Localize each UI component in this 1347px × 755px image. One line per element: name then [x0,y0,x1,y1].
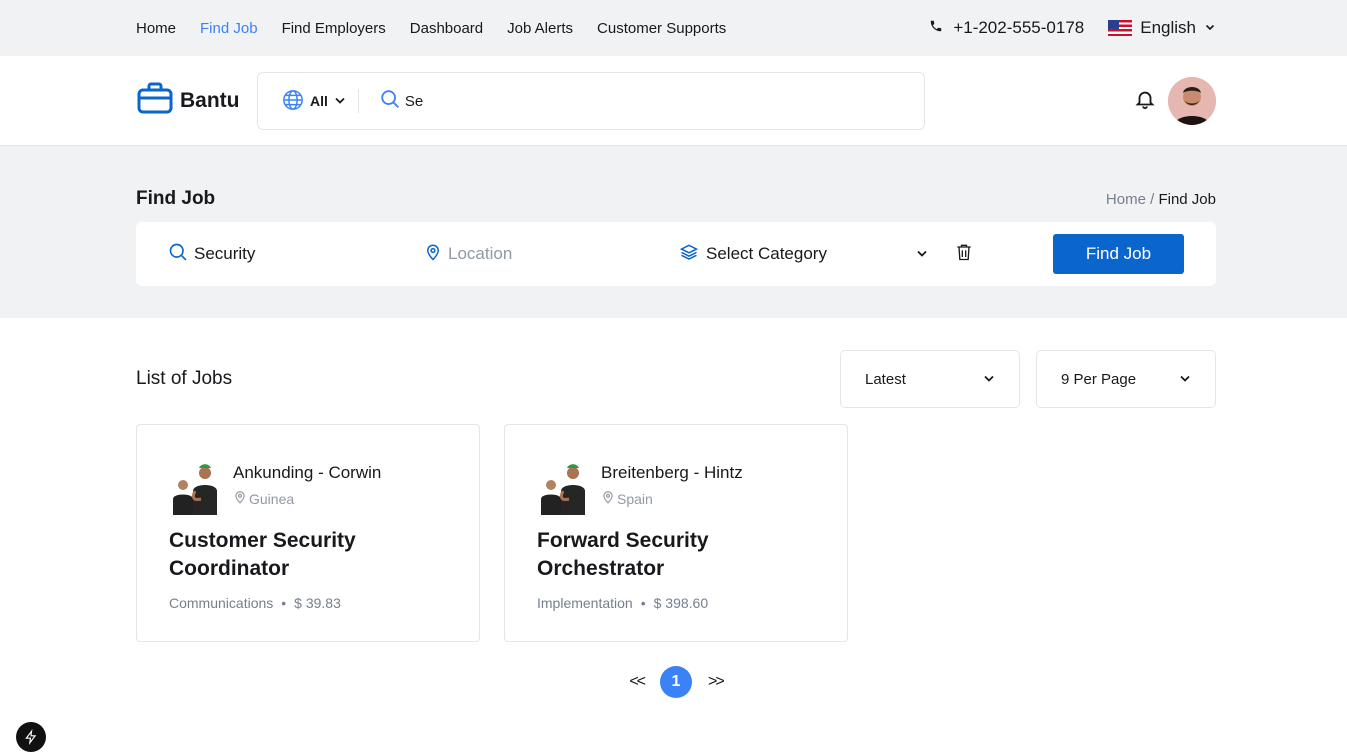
job-card[interactable]: Breitenberg - Hintz Spain Forward Securi… [504,424,848,642]
map-pin-icon [233,489,247,508]
global-search-input[interactable] [404,92,805,110]
language-selector[interactable]: English [1108,18,1216,38]
sort-select[interactable]: Latest [840,350,1020,408]
trash-icon[interactable] [954,241,974,268]
language-label: English [1140,18,1196,37]
phone-number: +1-202-555-0178 [953,18,1085,37]
nav-home[interactable]: Home [136,20,176,37]
job-filter-box: Security Location Select Category Find J… [136,222,1216,286]
brand-name: Bantu [180,89,240,112]
company-name: Ankunding - Corwin [233,463,382,482]
keyword-filter[interactable]: Security [168,242,424,267]
lightning-icon[interactable] [16,722,46,752]
job-country: Spain [617,490,653,507]
pagination: << 1 >> [136,666,1216,698]
search-band: Find Job Home / Find Job Security Locati… [0,146,1347,318]
per-page-value: 9 Per Page [1061,370,1137,388]
breadcrumb-home[interactable]: Home [1106,191,1146,208]
location-filter[interactable]: Location [424,242,678,267]
briefcase-icon [136,81,174,121]
dot-separator: • [640,595,646,611]
job-country: Guinea [249,490,295,507]
chevron-down-icon [334,93,346,109]
phone-contact: +1-202-555-0178 [929,18,1084,38]
layers-icon [678,242,700,267]
search-icon [168,242,188,267]
next-page-button[interactable]: >> [708,673,725,691]
company-name: Breitenberg - Hintz [601,463,743,482]
us-flag-icon [1108,20,1133,36]
map-pin-icon [424,242,442,267]
global-search-bar: All [257,72,925,130]
dot-separator: • [281,595,287,611]
main-menu: Home Find Job Find Employers Dashboard J… [136,20,726,37]
job-location: Guinea [233,489,381,508]
company-logo [169,459,225,515]
job-salary: $ 39.83 [294,595,341,611]
page-number-1[interactable]: 1 [660,666,692,698]
page-title: Find Job [136,188,216,209]
prev-page-button[interactable]: << [629,673,646,691]
job-cards: Ankunding - Corwin Guinea Customer Secur… [136,424,1216,642]
globe-icon [282,89,304,114]
job-title[interactable]: Customer Security Coordinator [169,527,389,583]
chevron-down-icon [983,371,995,388]
job-title[interactable]: Forward Security Orchestrator [537,527,757,583]
country-filter-label: All [310,93,328,109]
chevron-down-icon [1204,18,1216,38]
brand-logo[interactable]: Bantu [136,81,257,121]
user-avatar[interactable] [1168,77,1216,125]
find-job-button[interactable]: Find Job [1053,234,1184,274]
breadcrumb-current: Find Job [1158,190,1216,208]
job-list-section: List of Jobs Latest 9 Per Page Ankunding… [136,350,1216,698]
category-label: Select Category [706,244,827,263]
top-navigation: Home Find Job Find Employers Dashboard J… [0,0,1347,56]
job-card[interactable]: Ankunding - Corwin Guinea Customer Secur… [136,424,480,642]
keyword-value: Security [194,244,256,263]
nav-find-job[interactable]: Find Job [200,20,258,37]
search-icon [379,88,401,115]
nav-find-employers[interactable]: Find Employers [282,20,386,37]
bell-icon[interactable] [1134,88,1156,115]
job-category: Communications [169,595,274,611]
site-header: Bantu All [0,56,1347,146]
map-pin-icon [601,489,615,508]
sort-value: Latest [865,370,906,388]
country-filter[interactable]: All [282,89,359,113]
breadcrumb-separator: / [1150,190,1155,208]
job-category: Implementation [537,595,633,611]
nav-dashboard[interactable]: Dashboard [410,20,483,37]
category-select[interactable]: Select Category [678,242,928,267]
location-placeholder: Location [448,244,513,263]
per-page-select[interactable]: 9 Per Page [1036,350,1216,408]
breadcrumb: Home / Find Job [1106,191,1216,208]
job-location: Spain [601,489,743,508]
chevron-down-icon [1179,371,1191,388]
company-logo [537,459,593,515]
list-title: List of Jobs [136,368,233,389]
chevron-down-icon [916,244,928,264]
job-salary: $ 398.60 [653,595,709,611]
phone-icon [929,18,943,38]
nav-customer-supports[interactable]: Customer Supports [597,20,726,37]
nav-job-alerts[interactable]: Job Alerts [507,20,573,37]
